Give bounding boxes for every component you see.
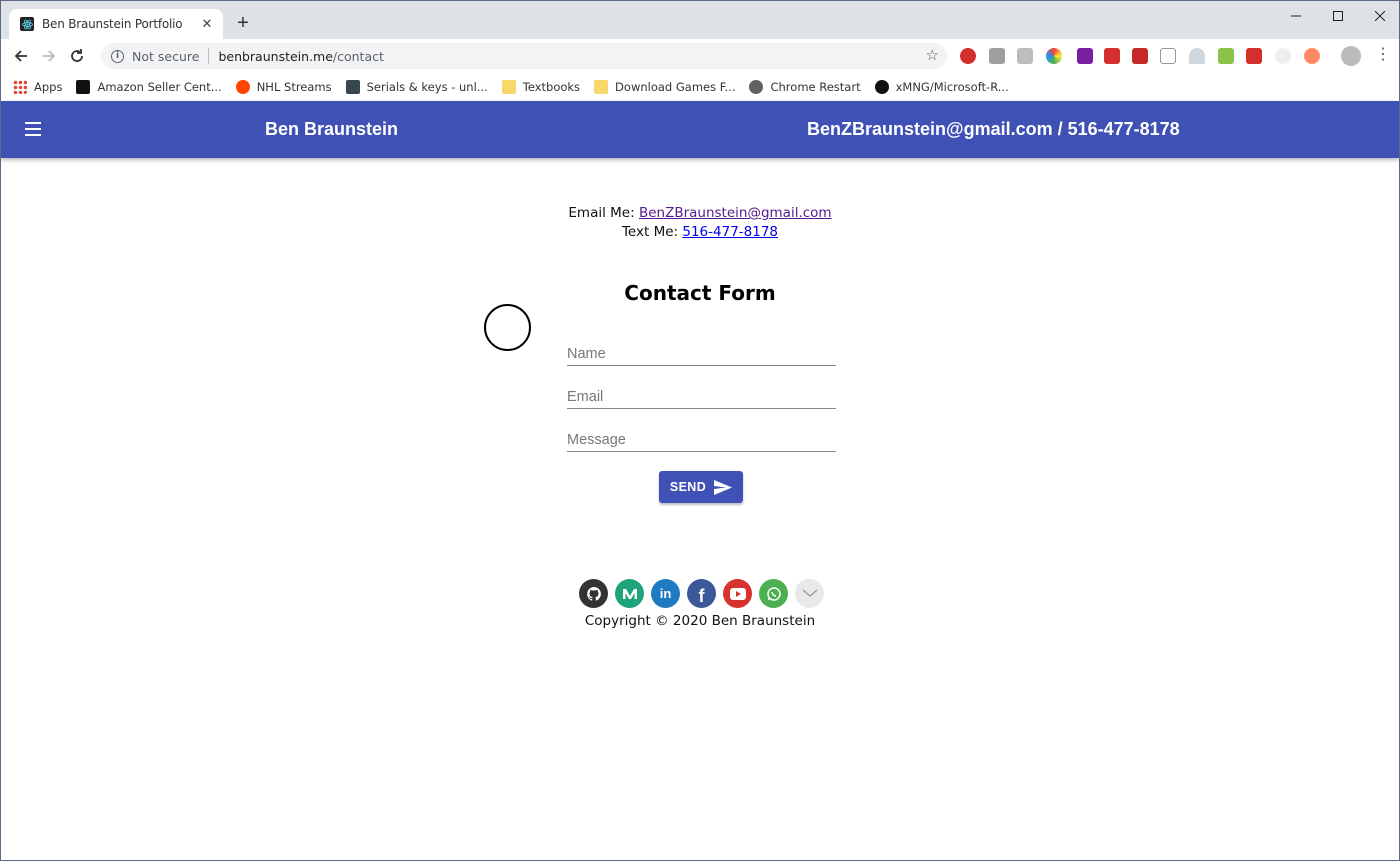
- tab-title: Ben Braunstein Portfolio: [42, 17, 183, 31]
- tab-active[interactable]: Ben Braunstein Portfolio ✕: [9, 9, 223, 39]
- bookmark-xmng[interactable]: xMNG/Microsoft-R...: [874, 80, 1009, 94]
- extension-dots-icon[interactable]: [1132, 48, 1148, 64]
- extension-red-icon[interactable]: [1104, 48, 1120, 64]
- bookmark-label: Apps: [34, 80, 63, 94]
- header-contact: BenZBraunstein@gmail.com / 516-477-8178: [807, 119, 1180, 139]
- cursor-indicator: [484, 304, 531, 351]
- omnibox-divider: [208, 48, 210, 64]
- email-link[interactable]: BenZBraunstein@gmail.com: [639, 205, 832, 221]
- back-icon[interactable]: [9, 44, 33, 68]
- email-line: Email Me: BenZBraunstein@gmail.com: [1, 204, 1399, 223]
- folder-icon: [501, 80, 516, 94]
- message-field-wrapper: [567, 422, 836, 452]
- email-input[interactable]: [567, 379, 836, 408]
- new-tab-icon[interactable]: +: [233, 13, 253, 33]
- copyright-text: Copyright © 2020 Ben Braunstein: [584, 613, 816, 629]
- email-icon[interactable]: [795, 579, 824, 608]
- extension-circle-icon[interactable]: [1275, 48, 1291, 64]
- bookmark-download-games[interactable]: Download Games F...: [594, 80, 735, 94]
- name-input[interactable]: [567, 336, 836, 365]
- extension-icon[interactable]: [1017, 48, 1033, 64]
- bookmark-label: Amazon Seller Cent...: [97, 80, 222, 94]
- phone-link[interactable]: 516-477-8178: [682, 224, 778, 240]
- youtube-icon[interactable]: [723, 579, 752, 608]
- url-host: benbraunstein.me: [218, 48, 333, 64]
- url-path: /contact: [332, 48, 384, 64]
- bookmark-amazon[interactable]: Amazon Seller Cent...: [76, 80, 222, 94]
- bookmark-apps[interactable]: Apps: [13, 80, 62, 94]
- phone-line: Text Me: 516-477-8178: [1, 223, 1399, 242]
- browser-menu-icon[interactable]: ⋮: [1375, 47, 1391, 63]
- globe-icon: [749, 80, 764, 94]
- json-viewer-icon[interactable]: [1160, 48, 1176, 64]
- bookmark-label: xMNG/Microsoft-R...: [895, 80, 1009, 94]
- browser-window: Ben Braunstein Portfolio ✕ + i Not secur…: [0, 0, 1400, 861]
- hamburger-menu-icon[interactable]: [23, 120, 43, 138]
- browser-toolbar: i Not secure benbraunstein.me/contact ☆ …: [1, 39, 1399, 73]
- info-icon[interactable]: i: [111, 49, 124, 63]
- facebook-icon[interactable]: f: [687, 579, 716, 608]
- folder-icon: [594, 80, 609, 94]
- amazon-icon: [76, 80, 91, 94]
- extension-arc-icon[interactable]: [1189, 48, 1205, 64]
- react-favicon-icon: [20, 17, 34, 31]
- site-icon: [345, 80, 360, 94]
- profile-avatar-icon[interactable]: [1341, 46, 1361, 66]
- url-text: benbraunstein.me/contact: [218, 49, 383, 64]
- send-button-label: SEND: [669, 480, 707, 494]
- bookmark-label: Chrome Restart: [770, 80, 861, 94]
- close-window-icon[interactable]: [1357, 1, 1399, 31]
- site-brand[interactable]: Ben Braunstein: [265, 119, 398, 140]
- bookmark-star-icon[interactable]: ☆: [926, 46, 939, 64]
- bookmark-textbooks[interactable]: Textbooks: [501, 80, 581, 94]
- bookmark-serials[interactable]: Serials & keys - unl...: [345, 80, 488, 94]
- send-icon: [714, 479, 733, 495]
- bookmark-label: Download Games F...: [615, 80, 736, 94]
- bookmark-nhl-streams[interactable]: NHL Streams: [235, 80, 332, 94]
- minimize-icon[interactable]: [1273, 1, 1319, 31]
- linkedin-icon[interactable]: in: [651, 579, 680, 608]
- whatsapp-icon[interactable]: [759, 579, 788, 608]
- message-input[interactable]: [567, 422, 836, 451]
- address-bar[interactable]: i Not secure benbraunstein.me/contact ☆: [101, 43, 947, 69]
- extension-orange-icon[interactable]: [1304, 48, 1320, 64]
- maximize-icon[interactable]: [1315, 1, 1361, 31]
- email-field-wrapper: [567, 379, 836, 409]
- tab-close-icon[interactable]: ✕: [199, 16, 215, 32]
- camera-icon[interactable]: [989, 48, 1005, 64]
- medium-icon[interactable]: [615, 579, 644, 608]
- bookmark-label: NHL Streams: [256, 80, 332, 94]
- color-picker-icon[interactable]: [1046, 48, 1062, 64]
- bookmark-chrome-restart[interactable]: Chrome Restart: [749, 80, 861, 94]
- extension-bug-icon[interactable]: [1246, 48, 1262, 64]
- bookmarks-bar: Apps Amazon Seller Cent... NHL Streams S…: [1, 73, 1399, 101]
- forward-icon[interactable]: [37, 44, 61, 68]
- form-title: Contact Form: [624, 281, 776, 305]
- send-button[interactable]: SEND: [659, 471, 743, 503]
- apps-grid-icon: [13, 80, 27, 94]
- name-field-wrapper: [567, 336, 836, 366]
- reddit-icon: [235, 80, 250, 94]
- security-label: Not secure: [132, 48, 200, 64]
- extension-window-icon[interactable]: [1218, 48, 1234, 64]
- adblock-icon[interactable]: [960, 48, 976, 64]
- tab-strip: Ben Braunstein Portfolio ✕ +: [1, 1, 1399, 39]
- extension-p-icon[interactable]: [1077, 48, 1093, 64]
- email-label: Email Me:: [568, 205, 635, 221]
- phone-label: Text Me:: [621, 224, 679, 240]
- contact-info: Email Me: BenZBraunstein@gmail.com Text …: [1, 204, 1399, 242]
- bookmark-label: Serials & keys - unl...: [366, 80, 488, 94]
- reload-icon[interactable]: [65, 44, 89, 68]
- github-icon: [874, 80, 889, 94]
- bookmark-label: Textbooks: [522, 80, 581, 94]
- app-bar: Ben Braunstein BenZBraunstein@gmail.com …: [1, 101, 1399, 158]
- github-icon[interactable]: [579, 579, 608, 608]
- social-links: in f: [579, 579, 831, 608]
